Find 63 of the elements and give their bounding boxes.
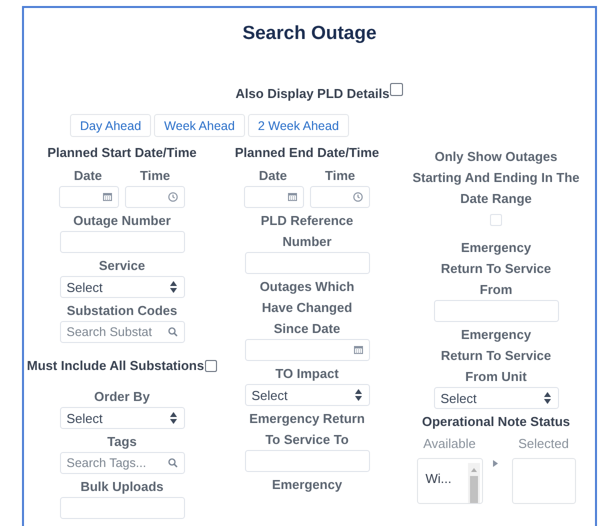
- checkbox[interactable]: [205, 360, 218, 372]
- field-label: Time: [140, 167, 170, 185]
- field-label: Planned End Date/Time: [234, 144, 380, 162]
- field-label: Date: [74, 167, 102, 185]
- date-field[interactable]: [58, 186, 119, 208]
- range-button[interactable]: Week Ahead: [154, 114, 245, 137]
- list-option[interactable]: Wi...: [426, 469, 452, 489]
- field-label: Time: [325, 167, 356, 185]
- list-label: Available: [423, 435, 476, 453]
- page-title: Search Outage: [241, 22, 378, 46]
- select-dropdown[interactable]: Select: [60, 407, 184, 429]
- checkbox-label: Must Include All Substations: [26, 357, 204, 375]
- select-dropdown[interactable]: Select: [434, 387, 558, 409]
- field-label: Outage Number: [73, 212, 171, 230]
- checkbox[interactable]: [390, 83, 404, 96]
- list-label: Selected: [518, 435, 569, 453]
- field-label: Order By: [94, 388, 150, 406]
- input-field[interactable]: [434, 300, 558, 322]
- input-field[interactable]: [60, 497, 184, 519]
- select-dropdown[interactable]: Select: [60, 276, 184, 298]
- calendar-icon: [354, 345, 362, 354]
- search-field[interactable]: Search Tags...: [60, 452, 184, 474]
- updown-caret-icon: [170, 281, 176, 293]
- field-label: Tags: [107, 433, 137, 451]
- listbox[interactable]: [512, 458, 576, 504]
- field-label: PLD Reference Number: [260, 212, 354, 251]
- updown-caret-icon: [170, 412, 176, 424]
- field-label: TO Impact: [275, 365, 339, 383]
- field-label: Substation Codes: [66, 302, 178, 320]
- date-field[interactable]: [244, 339, 370, 361]
- search-field[interactable]: Search Substat: [60, 321, 184, 343]
- listbox[interactable]: Wi...: [416, 458, 482, 504]
- right-arrow-icon[interactable]: [492, 460, 498, 467]
- field-label: Service: [98, 257, 146, 275]
- field-label: Date: [258, 167, 288, 185]
- input-field[interactable]: [244, 450, 370, 472]
- clock-icon: [352, 192, 363, 202]
- field-label: Bulk Uploads: [80, 478, 164, 496]
- search-icon: [168, 327, 178, 337]
- updown-caret-icon: [354, 389, 362, 401]
- range-button[interactable]: Day Ahead: [70, 114, 152, 137]
- date-field[interactable]: [244, 186, 304, 208]
- calendar-icon: [102, 192, 112, 201]
- calendar-icon: [288, 192, 297, 201]
- input-field[interactable]: [60, 231, 184, 253]
- time-field[interactable]: [310, 186, 370, 208]
- checkbox-label: Only Show Outages Starting And Ending In The Date Range: [411, 148, 581, 208]
- input-field[interactable]: [244, 252, 370, 274]
- scrollbar[interactable]: [468, 463, 480, 503]
- field-label: Emergency Return To Service To: [248, 410, 366, 449]
- clock-icon: [168, 192, 178, 202]
- time-field[interactable]: [124, 186, 185, 208]
- field-label: Outages Which Have Changed Since Date: [258, 278, 356, 338]
- select-dropdown[interactable]: Select: [244, 384, 370, 406]
- updown-caret-icon: [544, 392, 550, 404]
- checkbox-label: Also Display PLD Details: [236, 86, 390, 101]
- field-label: Emergency Return To Service From Unit: [440, 326, 552, 386]
- field-label: Operational Note Status: [422, 413, 570, 431]
- range-button[interactable]: 2 Week Ahead: [248, 114, 349, 137]
- field-label: Emergency Return To Service From: [440, 239, 552, 299]
- search-icon: [168, 458, 178, 468]
- field-label: Emergency: [272, 476, 342, 494]
- field-label: Planned Start Date/Time: [47, 144, 197, 162]
